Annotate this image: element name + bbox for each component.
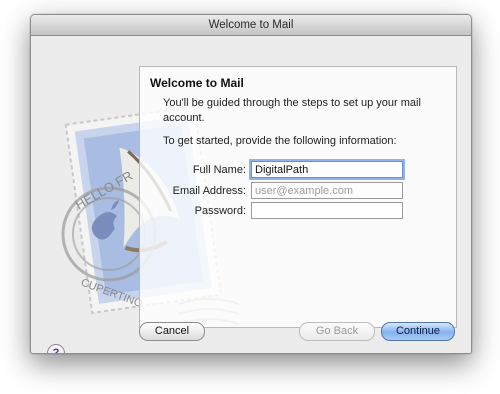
full-name-field[interactable] (251, 161, 403, 178)
password-label: Password: (194, 205, 246, 217)
cancel-button[interactable]: Cancel (139, 322, 205, 341)
email-address-field[interactable] (251, 182, 403, 199)
window-content: HELLO FR CUPERTINO Welcome to Mail You'l… (31, 36, 471, 353)
title-bar[interactable]: Welcome to Mail (31, 15, 471, 36)
panel-heading: Welcome to Mail (150, 76, 244, 90)
email-address-label: Email Address: (172, 185, 246, 197)
setup-panel: Welcome to Mail You'll be guided through… (139, 66, 457, 328)
intro-text: You'll be guided through the steps to se… (163, 97, 421, 124)
password-field[interactable] (251, 202, 403, 219)
go-back-button[interactable]: Go Back (299, 322, 375, 341)
window-title: Welcome to Mail (208, 19, 294, 31)
setup-window: Welcome to Mail HELLO FR CUPERTINO Welco… (30, 14, 472, 354)
continue-button[interactable]: Continue (381, 322, 455, 341)
prompt-text: To get started, provide the following in… (163, 135, 397, 147)
full-name-label: Full Name: (192, 164, 246, 176)
help-button[interactable]: ? (47, 344, 65, 353)
